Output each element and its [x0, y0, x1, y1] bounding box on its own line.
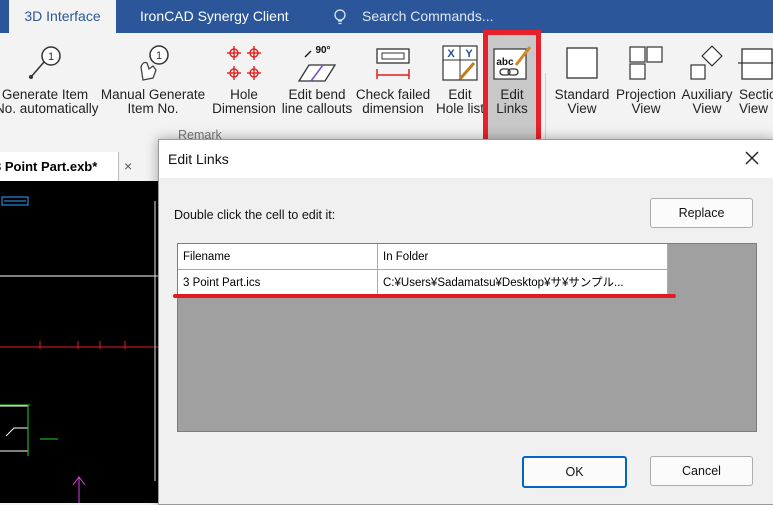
ok-button[interactable]: OK [522, 456, 627, 488]
ribbon-tab-bar: 3D Interface IronCAD Synergy Client Sear… [0, 0, 773, 33]
check-failed-label: Check failed dimension [355, 87, 431, 116]
table-cell-folder[interactable]: C:¥Users¥Sadamatsu¥Desktop¥サ¥サンプル... [378, 270, 668, 296]
svg-text:abc: abc [496, 57, 514, 68]
hole-dimension-button[interactable]: Hole Dimension [208, 33, 280, 143]
tab-3d-interface[interactable]: 3D Interface [9, 0, 116, 33]
hole-pattern-icon [227, 46, 261, 80]
standard-view-button[interactable]: Standard View [552, 33, 612, 143]
drawing-lines-green [0, 404, 58, 456]
links-grid[interactable]: Filename In Folder 3 Point Part.ics C:¥U… [177, 243, 757, 432]
svg-text:90°: 90° [315, 45, 330, 56]
column-header-in-folder[interactable]: In Folder [378, 244, 668, 270]
edit-links-icon: abc [493, 46, 532, 80]
balloon-pointer-icon: 1 [29, 46, 61, 79]
bend-line-icon: 90° [297, 45, 337, 82]
edit-bend-label: Edit bend line callouts [281, 87, 353, 116]
auxiliary-view-label: Auxiliary View [681, 87, 733, 116]
column-header-filename[interactable]: Filename [178, 244, 378, 270]
ribbon: 1 Generate Item No. automatically 1 Manua… [0, 30, 773, 157]
hole-table-edit-icon: X Y [442, 45, 478, 81]
svg-text:1: 1 [48, 51, 54, 63]
dialog-title: Edit Links [168, 151, 229, 167]
document-tab-label: 3 Point Part.exb* [0, 159, 98, 174]
edit-hole-list-label: Edit Hole list [435, 87, 484, 116]
edit-links-button[interactable]: abc Edit Links [483, 30, 541, 146]
projection-view-icon [629, 46, 663, 80]
drawing-lines-blue [1, 196, 29, 206]
balloon-hand-icon: 1 [140, 45, 169, 81]
edit-links-dialog: Edit Links Double click the cell to edit… [158, 139, 773, 505]
section-view-button[interactable]: SectionView [736, 33, 773, 143]
projection-view-button[interactable]: Projection View [614, 33, 678, 143]
svg-text:X: X [447, 48, 455, 60]
auxiliary-view-button[interactable]: Auxiliary View [680, 33, 734, 143]
red-underline-annotation [173, 294, 676, 298]
tab-ironcad-synergy-client[interactable]: IronCAD Synergy Client [140, 0, 289, 33]
auxiliary-view-icon [690, 45, 723, 80]
section-view-label: SectionView [739, 87, 773, 116]
edit-bend-line-callouts-button[interactable]: 90° Edit bend line callouts [281, 33, 353, 143]
hole-dimension-label: Hole Dimension [212, 87, 276, 116]
close-icon[interactable] [744, 150, 760, 166]
standard-view-icon [566, 47, 598, 79]
dimension-check-icon [376, 48, 410, 79]
manual-generate-label: Manual Generate Item No. [100, 87, 206, 116]
drawing-lines-white [0, 201, 160, 481]
svg-text:1: 1 [156, 50, 162, 62]
table-cell-filename[interactable]: 3 Point Part.ics [178, 270, 378, 296]
svg-text:Y: Y [465, 48, 473, 60]
drawing-canvas[interactable] [0, 181, 160, 503]
lightbulb-icon [334, 9, 346, 25]
check-failed-dimension-button[interactable]: Check failed dimension [354, 33, 432, 143]
drawing-lines-magenta [72, 476, 86, 503]
generate-item-no-label: Generate Item No. automatically [0, 87, 99, 116]
projection-view-label: Projection View [615, 87, 677, 116]
replace-button[interactable]: Replace [650, 198, 753, 228]
document-tab[interactable]: 3 Point Part.exb* [0, 152, 119, 181]
dialog-instruction: Double click the cell to edit it: [174, 208, 336, 222]
manual-generate-item-no-button[interactable]: 1 Manual Generate Item No. [99, 33, 207, 143]
drawing-lines-red [0, 341, 160, 349]
search-commands-input[interactable]: Search Commands... [362, 0, 494, 33]
standard-view-label: Standard View [554, 87, 610, 116]
section-view-icon [738, 48, 773, 80]
document-close-icon[interactable]: × [124, 158, 132, 174]
dialog-titlebar: Edit Links [159, 140, 773, 178]
cancel-button[interactable]: Cancel [650, 456, 753, 486]
edit-links-label: Edit Links [496, 87, 528, 116]
generate-item-no-button[interactable]: 1 Generate Item No. automatically [0, 33, 99, 143]
edit-hole-list-button[interactable]: X Y Edit Hole list [433, 33, 487, 143]
